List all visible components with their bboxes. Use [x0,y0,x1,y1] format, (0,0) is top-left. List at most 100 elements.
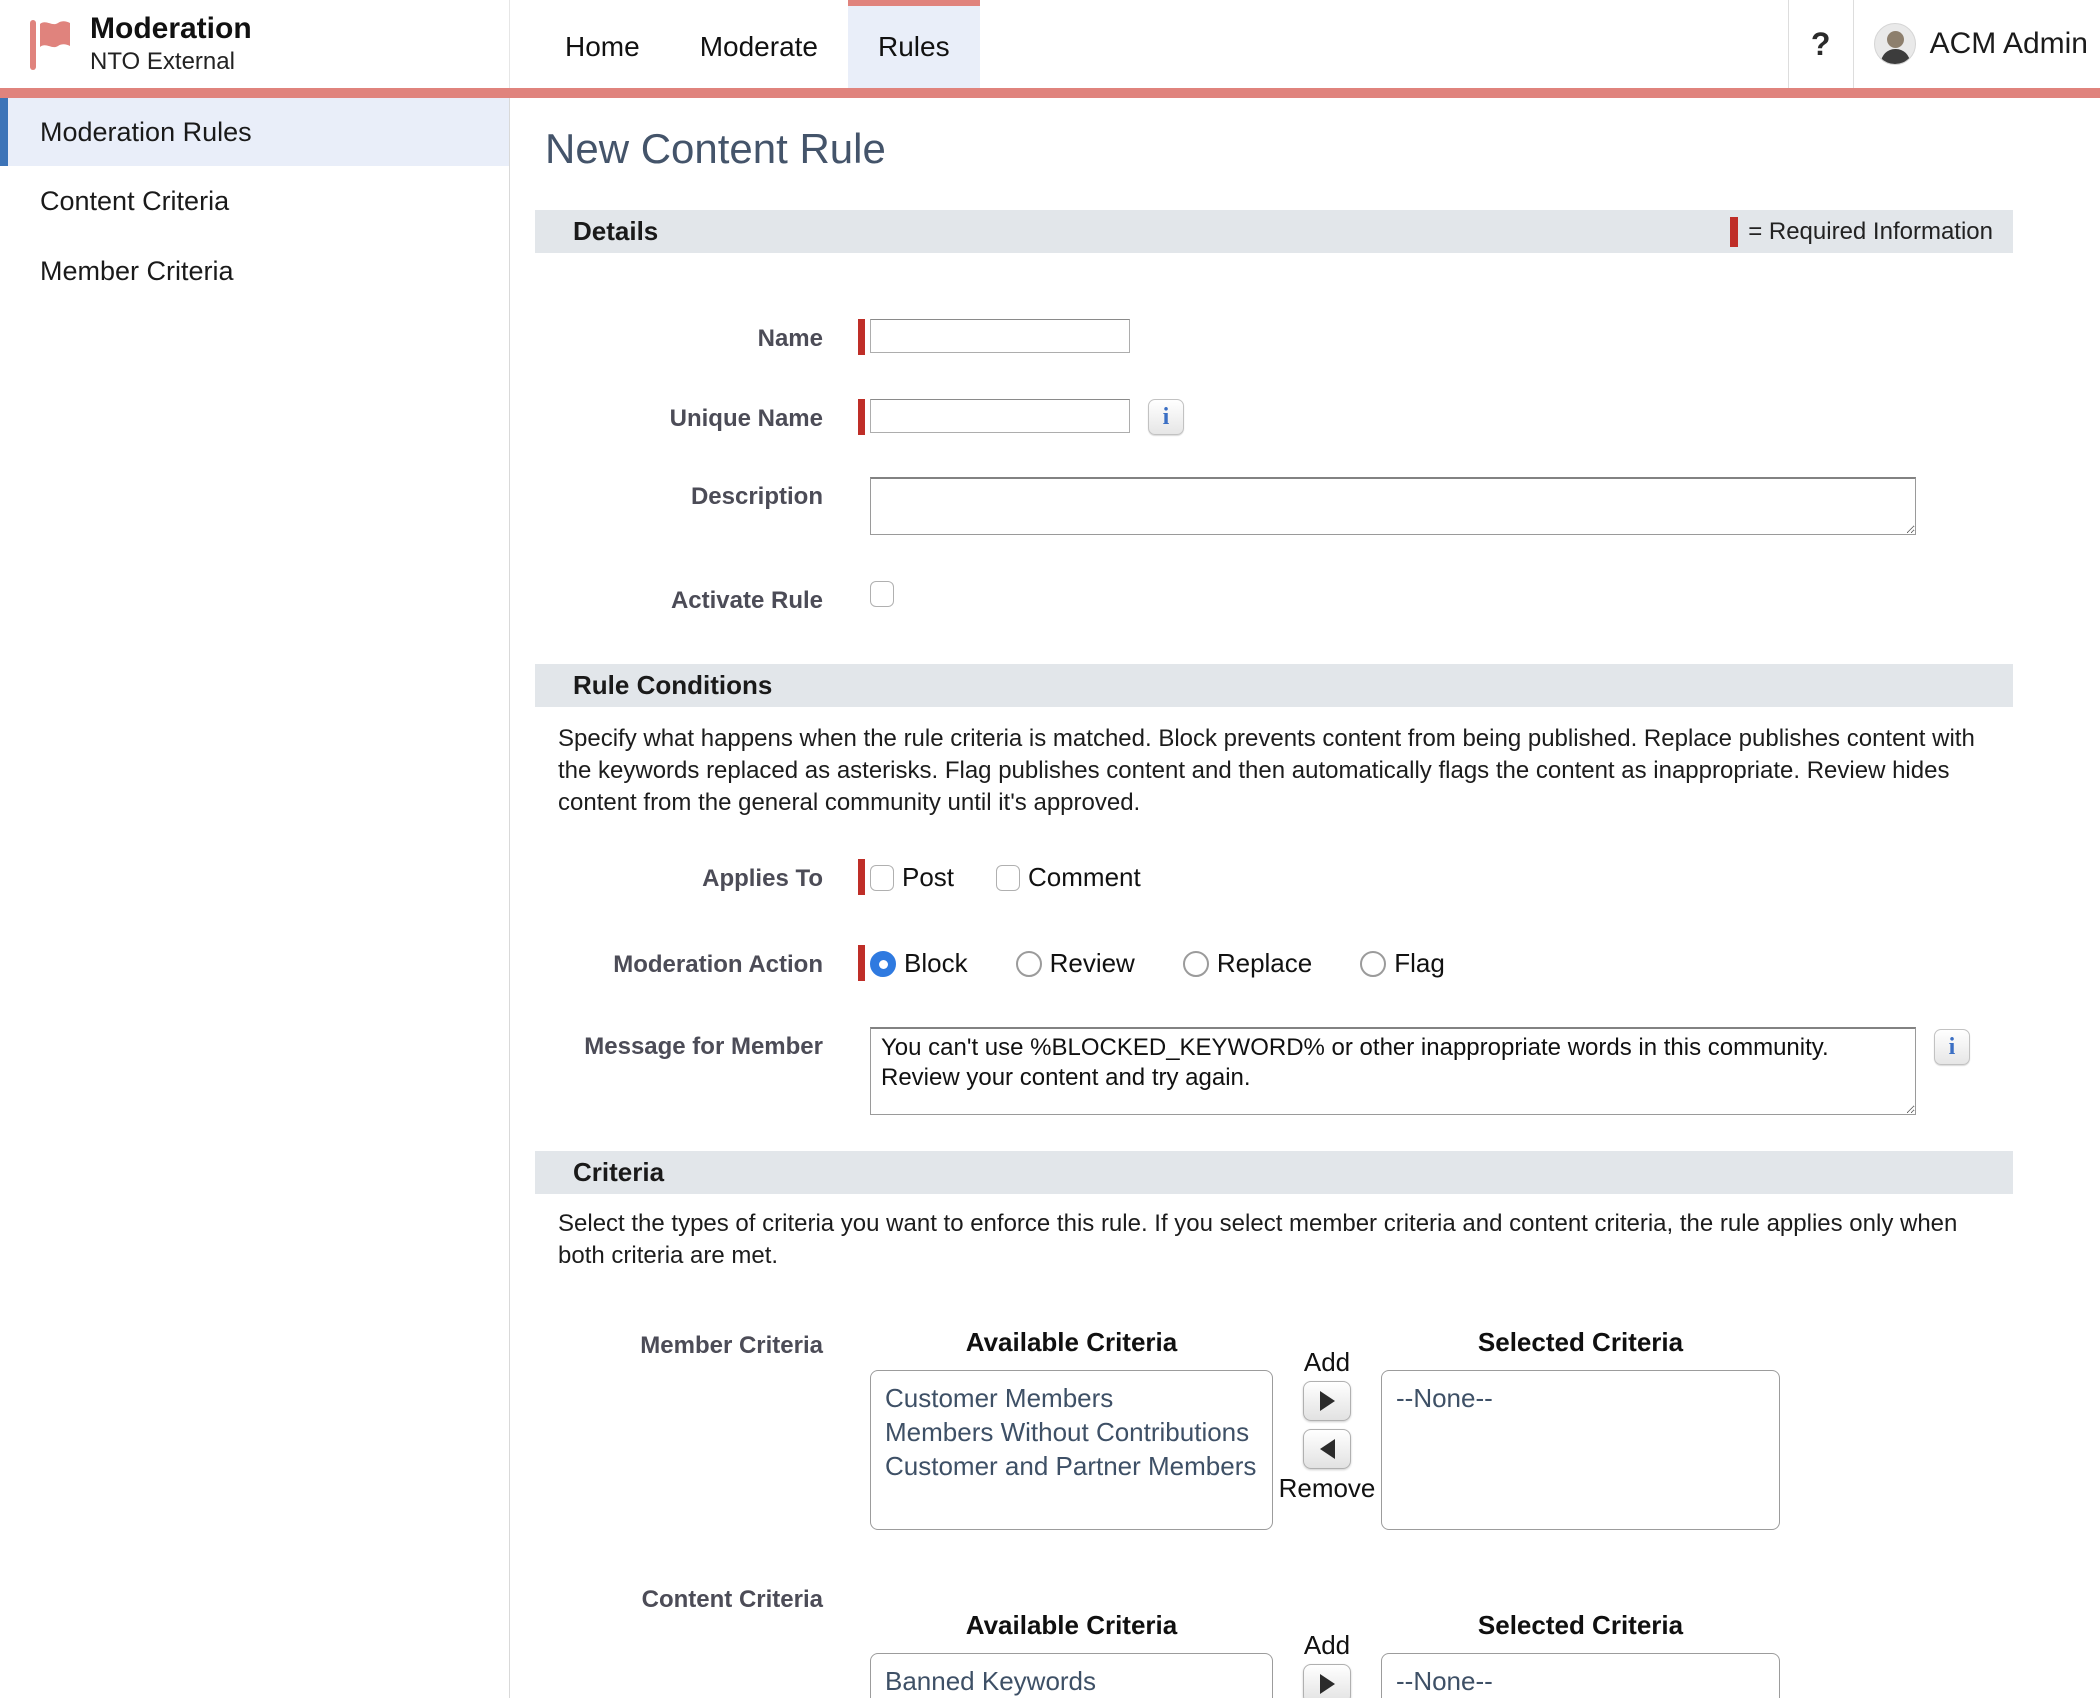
action-option-replace: Replace [1183,948,1312,979]
block-radio[interactable] [870,951,896,977]
message-for-member-textarea[interactable]: You can't use %BLOCKED_KEYWORD% or other… [870,1027,1916,1115]
sidebar: Moderation Rules Content Criteria Member… [0,98,510,1698]
sidebar-item-moderation-rules[interactable]: Moderation Rules [0,98,509,166]
review-radio-label: Review [1050,948,1135,979]
list-item[interactable]: Banned Keywords [885,1664,1258,1698]
name-input[interactable] [870,319,1130,353]
action-option-review: Review [1016,948,1135,979]
activate-rule-label: Activate Rule [558,581,823,616]
list-item[interactable]: --None-- [1396,1381,1765,1415]
question-mark-icon: ? [1811,26,1831,63]
message-for-member-row: Message for Member You can't use %BLOCKE… [558,1027,2100,1115]
list-item[interactable]: Customer Members [885,1381,1258,1415]
app-subtitle: NTO External [90,47,252,77]
sidebar-item-content-criteria[interactable]: Content Criteria [0,166,509,236]
message-for-member-label: Message for Member [558,1027,823,1062]
applies-to-option-comment: Comment [996,862,1141,893]
details-section-title: Details [573,216,658,247]
unique-name-input[interactable] [870,399,1130,433]
activate-rule-checkbox[interactable] [870,581,894,607]
description-textarea[interactable] [870,477,1916,535]
action-option-flag: Flag [1360,948,1445,979]
comment-checkbox[interactable] [996,865,1020,891]
replace-radio-label: Replace [1217,948,1312,979]
name-label: Name [558,319,823,354]
required-legend: = Required Information [1730,217,1993,247]
info-icon: i [1163,404,1170,431]
sidebar-item-member-criteria[interactable]: Member Criteria [0,236,509,306]
tab-moderate[interactable]: Moderate [670,0,848,88]
content-available-listbox[interactable]: Banned Keywords [870,1653,1273,1698]
moderation-action-row: Moderation Action Block Review Replace [558,945,2100,981]
action-option-block: Block [870,948,968,979]
description-label: Description [558,477,823,512]
list-item[interactable]: Customer and Partner Members [885,1449,1258,1483]
review-radio[interactable] [1016,951,1042,977]
content-criteria-row: Content Criteria Available Criteria Bann… [558,1585,2100,1698]
post-checkbox-label: Post [902,862,954,893]
member-remove-label: Remove [1279,1473,1376,1503]
content-selected-listbox[interactable]: --None-- [1381,1653,1780,1698]
block-radio-label: Block [904,948,968,979]
criteria-section-title: Criteria [573,1157,664,1188]
message-info-button[interactable]: i [1934,1029,1970,1065]
details-section-header: Details = Required Information [535,210,2013,253]
post-checkbox[interactable] [870,865,894,891]
required-marker [858,859,865,895]
user-name: ACM Admin [1930,27,2088,61]
app-brand: Moderation NTO External [0,0,510,88]
unique-name-label: Unique Name [558,399,823,434]
required-marker [858,945,865,981]
rule-conditions-description: Specify what happens when the rule crite… [558,723,1988,819]
required-bar-icon [1730,217,1738,247]
tab-rules[interactable]: Rules [848,0,980,88]
help-button[interactable]: ? [1788,0,1854,88]
unique-name-row: Unique Name i [558,399,2100,435]
applies-to-label: Applies To [558,859,823,894]
member-criteria-label: Member Criteria [558,1327,823,1361]
main-content: New Content Rule Details = Required Info… [510,98,2100,1698]
member-available-header: Available Criteria [870,1327,1273,1358]
unique-name-info-button[interactable]: i [1148,399,1184,435]
app-header: Moderation NTO External Home Moderate Ru… [0,0,2100,88]
required-legend-text: = Required Information [1748,218,1993,246]
content-available-header: Available Criteria [870,1610,1273,1641]
left-arrow-icon [1320,1439,1335,1459]
moderation-action-label: Moderation Action [558,945,823,980]
content-selected-header: Selected Criteria [1381,1610,1780,1641]
main-tabs: Home Moderate Rules [535,0,980,88]
criteria-section-header: Criteria [535,1151,2013,1194]
member-available-listbox[interactable]: Customer Members Members Without Contrib… [870,1370,1273,1530]
comment-checkbox-label: Comment [1028,862,1141,893]
content-add-label: Add [1304,1630,1350,1660]
criteria-description: Select the types of criteria you want to… [558,1208,1988,1272]
app-title: Moderation [90,11,252,47]
right-arrow-icon [1320,1674,1335,1694]
member-selected-listbox[interactable]: --None-- [1381,1370,1780,1530]
description-row: Description [558,477,2100,535]
flag-radio-label: Flag [1394,948,1445,979]
info-icon: i [1949,1034,1956,1061]
required-marker [858,319,865,355]
applies-to-row: Applies To Post Comment [558,859,2100,895]
flag-radio[interactable] [1360,951,1386,977]
member-remove-button[interactable] [1303,1429,1351,1469]
page-title: New Content Rule [545,125,2100,173]
list-item[interactable]: Members Without Contributions [885,1415,1258,1449]
activate-rule-row: Activate Rule [558,581,2100,616]
member-criteria-row: Member Criteria Available Criteria Custo… [558,1327,2100,1530]
user-menu[interactable]: ACM Admin [1854,0,2100,88]
applies-to-option-post: Post [870,862,954,893]
content-add-button[interactable] [1303,1664,1351,1698]
right-arrow-icon [1320,1391,1335,1411]
member-add-button[interactable] [1303,1381,1351,1421]
content-criteria-label: Content Criteria [558,1585,823,1615]
flag-icon [30,18,72,70]
header-accent-bar [0,88,2100,98]
required-marker [858,399,865,435]
replace-radio[interactable] [1183,951,1209,977]
rule-conditions-section-title: Rule Conditions [573,670,772,701]
tab-home[interactable]: Home [535,0,670,88]
name-row: Name [558,319,2100,355]
list-item[interactable]: --None-- [1396,1664,1765,1698]
